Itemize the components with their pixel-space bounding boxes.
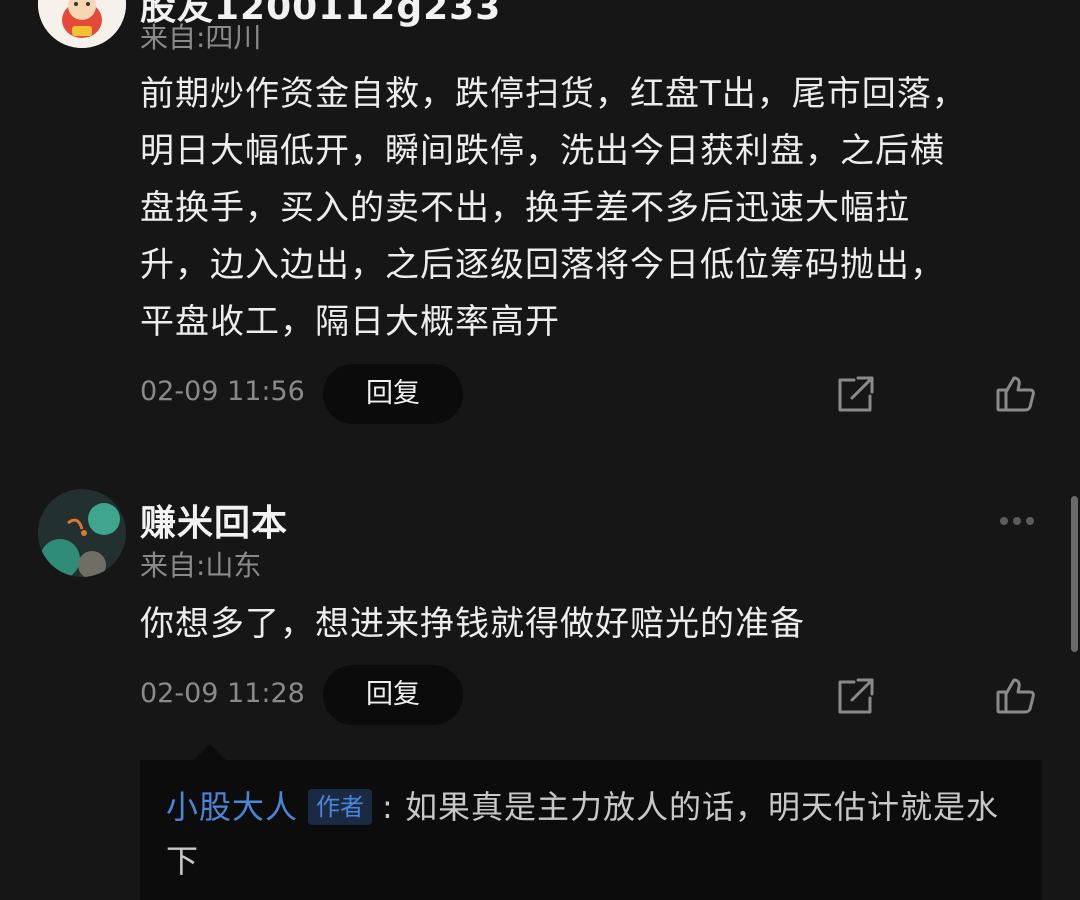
comment-text: 你想多了，想进来挣钱就得做好赔光的准备 xyxy=(140,596,1040,653)
thumbs-up-icon[interactable] xyxy=(994,372,1038,416)
comment-line: 前期炒作资金自救，跌停扫货，红盘T出，尾市回落， xyxy=(140,74,967,114)
scrollbar[interactable] xyxy=(1071,496,1078,652)
comment-line: 明日大幅低开，瞬间跌停，洗出今日获利盘，之后横 xyxy=(140,131,945,171)
share-icon[interactable] xyxy=(834,674,878,718)
landscape-avatar-icon xyxy=(38,489,126,577)
cartoon-avatar-icon xyxy=(38,0,126,48)
share-icon[interactable] xyxy=(834,372,878,416)
sub-reply-username[interactable]: 小股大人 xyxy=(166,788,298,826)
sub-reply[interactable]: 小股大人 作者: 如果真是主力放人的话，明天估计就是水下 xyxy=(140,760,1042,900)
author-badge: 作者 xyxy=(308,789,373,825)
avatar[interactable] xyxy=(38,489,126,577)
timestamp: 02-09 11:28 xyxy=(140,678,305,709)
sub-reply-text: 小股大人 作者: 如果真是主力放人的话，明天估计就是水下 xyxy=(166,780,1016,888)
comment-line: 你想多了，想进来挣钱就得做好赔光的准备 xyxy=(140,604,805,644)
thumbs-up-icon[interactable] xyxy=(994,674,1038,718)
comment-line: 平盘收工，隔日大概率高开 xyxy=(140,302,560,342)
comment-line: 盘换手，买入的卖不出，换手差不多后迅速大幅拉 xyxy=(140,188,910,228)
avatar[interactable] xyxy=(38,0,126,48)
location: 来自:山东 xyxy=(140,549,262,582)
timestamp: 02-09 11:56 xyxy=(140,376,305,407)
location: 来自:四川 xyxy=(140,21,262,54)
comment-item: 股友1200112g233 来自:四川 前期炒作资金自救，跌停扫货，红盘T出，尾… xyxy=(0,0,1080,450)
comment-text: 前期炒作资金自救，跌停扫货，红盘T出，尾市回落， 明日大幅低开，瞬间跌停，洗出今… xyxy=(140,66,1040,351)
sub-reply-caret xyxy=(194,744,226,760)
comment-line: 升，边入边出，之后逐级回落将今日低位筹码抛出， xyxy=(140,245,945,285)
reply-button[interactable]: 回复 xyxy=(323,364,463,424)
username[interactable]: 赚米回本 xyxy=(140,494,288,546)
reply-button[interactable]: 回复 xyxy=(323,665,463,725)
more-dots-icon[interactable] xyxy=(1000,510,1040,525)
